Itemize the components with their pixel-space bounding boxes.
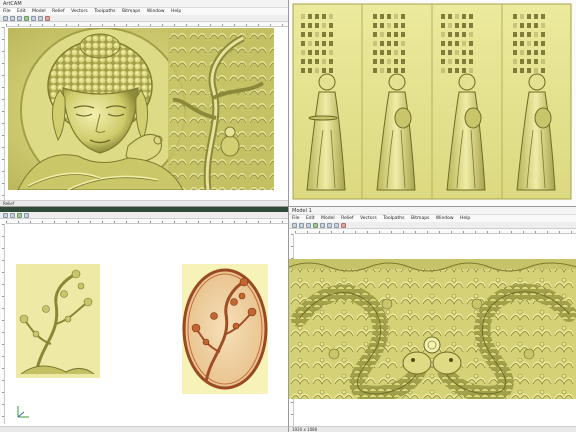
view-toolbar	[0, 212, 288, 219]
menu-model[interactable]: Model	[321, 216, 335, 221]
menu-vectors[interactable]: Vectors	[71, 9, 88, 14]
relief-view[interactable]	[8, 27, 274, 193]
main-toolbar	[0, 15, 288, 22]
menu-toolpaths[interactable]: Toolpaths	[383, 216, 404, 221]
save-icon[interactable]	[306, 222, 311, 228]
vertical-ruler	[0, 224, 5, 424]
menu-relief[interactable]: Relief	[341, 216, 354, 221]
new-icon[interactable]	[3, 15, 8, 21]
status-bar	[0, 426, 288, 432]
new-icon[interactable]	[292, 222, 297, 228]
save-icon[interactable]	[17, 15, 22, 21]
menu-vectors[interactable]: Vectors	[360, 216, 377, 221]
quad-musician-panels	[288, 0, 576, 206]
close-icon[interactable]	[341, 222, 346, 228]
menu-file[interactable]: File	[3, 9, 11, 14]
window-title: ArtCAM	[0, 0, 288, 8]
pan-icon[interactable]	[327, 222, 332, 228]
window-title: Model 1	[289, 207, 576, 215]
menu-bitmaps[interactable]: Bitmaps	[411, 216, 429, 221]
close-icon[interactable]	[45, 15, 50, 21]
menu-window[interactable]: Window	[436, 216, 454, 221]
menu-edit[interactable]: Edit	[306, 216, 315, 221]
menu-help[interactable]: Help	[460, 216, 470, 221]
vertical-ruler	[0, 27, 5, 200]
plum-blossom-canvas[interactable]	[6, 224, 288, 424]
main-toolbar	[289, 222, 576, 229]
menu-toolpaths[interactable]: Toolpaths	[94, 9, 115, 14]
musician-panels-image	[292, 3, 572, 200]
quad-buddha-relief: ArtCAM File Edit Model Relief Vectors To…	[0, 0, 288, 206]
buddha-relief-image	[8, 27, 274, 193]
menu-relief[interactable]: Relief	[52, 9, 65, 14]
rotate-icon[interactable]	[334, 222, 339, 228]
menu-bar: File Edit Model Relief Vectors Toolpaths…	[0, 8, 288, 15]
menu-bitmaps[interactable]: Bitmaps	[122, 9, 140, 14]
select-icon[interactable]	[3, 212, 8, 218]
horizontal-ruler	[295, 229, 576, 234]
view-3d-icon[interactable]	[313, 222, 318, 228]
shade-icon[interactable]	[17, 212, 22, 218]
status-bar: 1920 x 1080	[289, 426, 576, 432]
zoom-fit-icon[interactable]	[24, 212, 29, 218]
menu-bar: File Edit Model Relief Vectors Toolpaths…	[289, 215, 576, 222]
menu-window[interactable]: Window	[147, 9, 165, 14]
open-icon[interactable]	[10, 15, 15, 21]
move-icon[interactable]	[10, 212, 15, 218]
menu-file[interactable]: File	[292, 216, 300, 221]
dragon-relief-image[interactable]	[289, 259, 576, 399]
menu-help[interactable]: Help	[171, 9, 181, 14]
open-icon[interactable]	[299, 222, 304, 228]
zoom-icon[interactable]	[31, 15, 36, 21]
pan-icon[interactable]	[38, 15, 43, 21]
view-3d-icon[interactable]	[24, 15, 29, 21]
menu-edit[interactable]: Edit	[17, 9, 26, 14]
horizontal-ruler	[6, 22, 288, 27]
zoom-icon[interactable]	[320, 222, 325, 228]
quad-plum-blossom	[0, 206, 288, 432]
quad-dragon-relief: Model 1 File Edit Model Relief Vectors T…	[288, 206, 576, 432]
menu-model[interactable]: Model	[32, 9, 46, 14]
